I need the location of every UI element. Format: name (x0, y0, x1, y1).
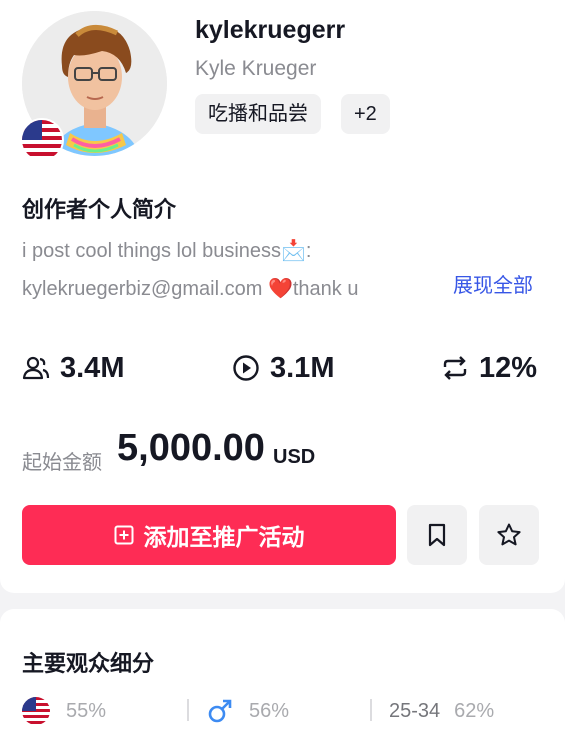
us-flag-icon (20, 118, 64, 162)
add-to-campaign-label: 添加至推广活动 (143, 524, 305, 550)
age-range: 25-34 (389, 699, 441, 722)
country-percent: 55% (66, 699, 107, 722)
engagement-value: 12% (479, 351, 538, 384)
favorite-button[interactable] (479, 505, 539, 565)
username: kylekruegerr (195, 16, 346, 44)
star-icon (497, 523, 521, 546)
followers-stat: 3.4M (22, 348, 124, 388)
more-tags-badge[interactable]: +2 (341, 94, 390, 134)
plus-square-icon (114, 525, 133, 545)
price-label: 起始金额 (22, 452, 102, 474)
gender-percent: 56% (249, 699, 290, 722)
creator-card: kylekruegerr Kyle Krueger 吃播和品尝 +2 创作者个人… (0, 0, 565, 593)
us-flag-icon (22, 697, 50, 725)
divider (187, 699, 189, 721)
audience-title: 主要观众细分 (22, 651, 155, 676)
play-circle-icon (233, 355, 259, 381)
divider (370, 699, 372, 721)
age-percent: 62% (454, 699, 495, 722)
male-icon (208, 699, 232, 723)
audience-country: 55% (22, 695, 106, 727)
display-name: Kyle Krueger (195, 57, 317, 80)
bio-text: i post cool things lol business📩: kylekr… (22, 240, 359, 300)
add-to-campaign-button[interactable]: 添加至推广活动 (22, 505, 396, 565)
bookmark-button[interactable] (407, 505, 467, 565)
price-currency: USD (273, 446, 316, 468)
views-stat: 3.1M (232, 348, 334, 388)
audience-card: 主要观众细分 (0, 609, 565, 754)
engagement-stat: 12% (441, 348, 537, 388)
category-tag[interactable]: 吃播和品尝 (195, 94, 321, 134)
price-value: 5,000.00 (117, 427, 265, 469)
repeat-icon (443, 356, 467, 380)
audience-age: 25-34 62% (389, 695, 494, 727)
views-value: 3.1M (270, 351, 335, 384)
audience-gender: 56% (207, 695, 289, 727)
followers-value: 3.4M (60, 351, 125, 384)
users-icon (22, 356, 50, 380)
bookmark-icon (428, 523, 446, 547)
bio-title: 创作者个人简介 (22, 197, 177, 222)
show-all-link[interactable]: 展现全部 (453, 270, 533, 302)
